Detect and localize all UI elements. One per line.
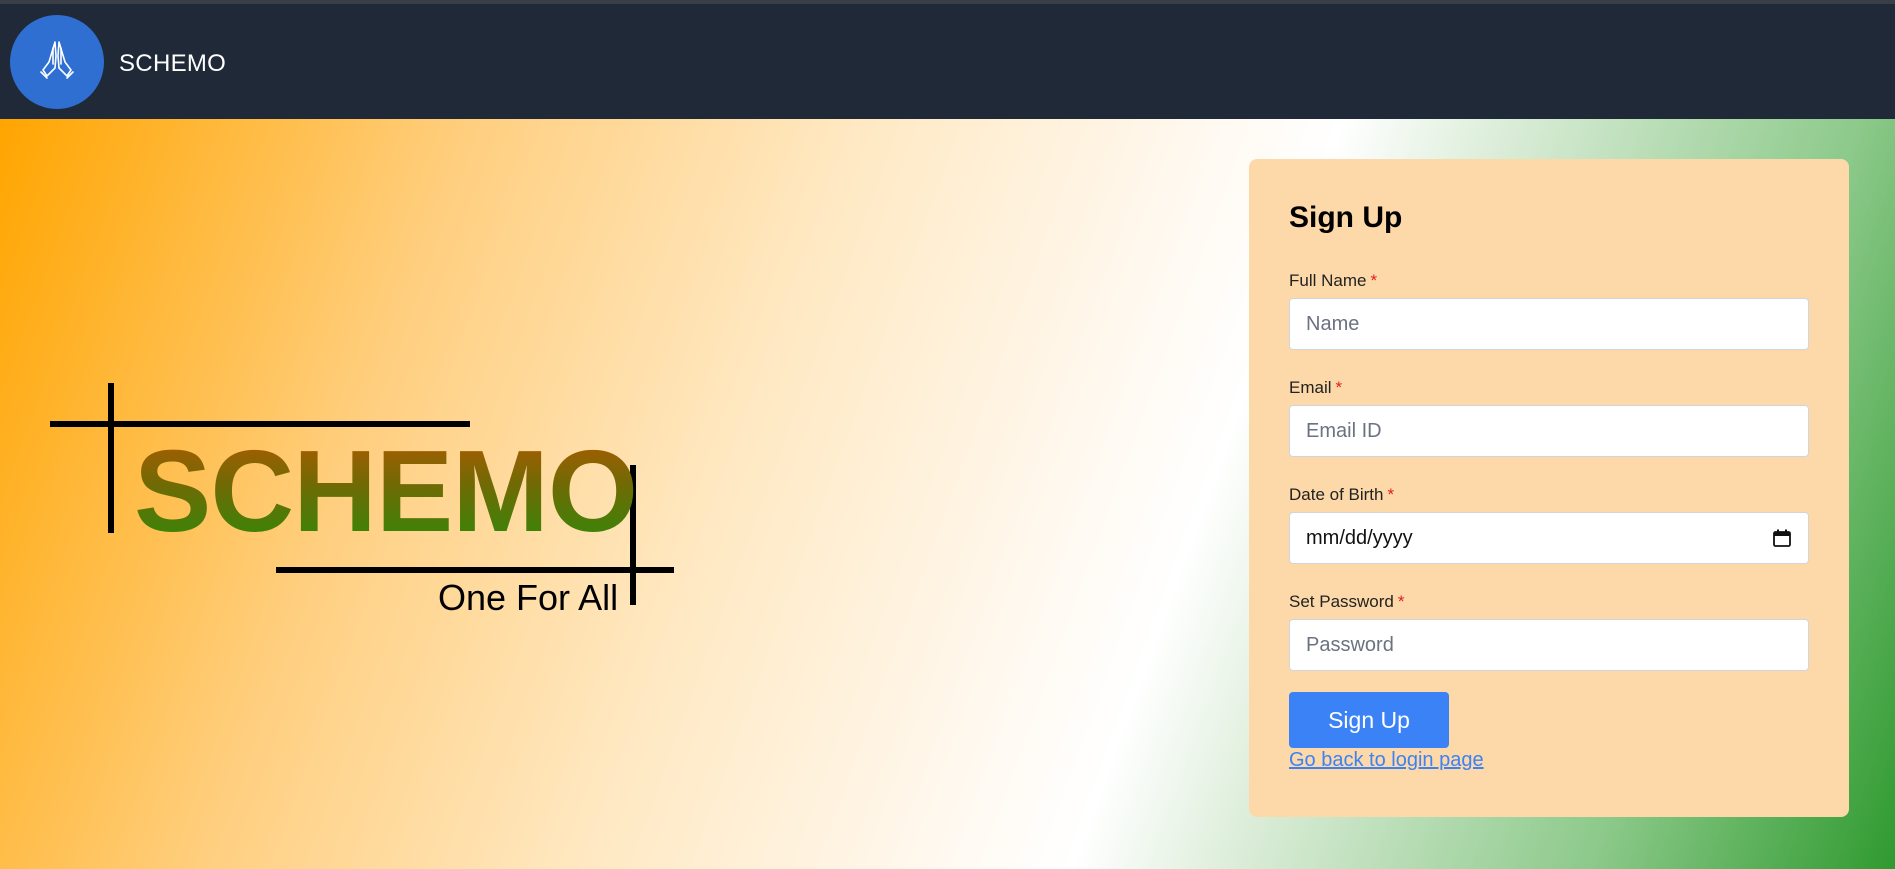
- signup-card: Sign Up Full Name* Email* Date of Birth*…: [1249, 159, 1849, 817]
- emblem-title: SCHEMO: [134, 426, 638, 556]
- full-name-input[interactable]: [1289, 298, 1809, 350]
- dob-input[interactable]: mm/dd/yyyy: [1289, 512, 1809, 564]
- full-name-label-text: Full Name: [1289, 271, 1367, 290]
- emblem-line: [108, 383, 114, 533]
- email-input[interactable]: [1289, 405, 1809, 457]
- password-label: Set Password *: [1289, 592, 1405, 612]
- schemo-emblem: SCHEMO One For All: [48, 383, 688, 623]
- navbar: SCHEMO: [0, 4, 1895, 119]
- dob-label-text: Date of Birth: [1289, 485, 1384, 504]
- email-label: Email *: [1289, 378, 1342, 398]
- brand-name[interactable]: SCHEMO: [119, 50, 226, 78]
- required-mark: *: [1335, 378, 1343, 397]
- back-to-login-link[interactable]: Go back to login page: [1289, 749, 1484, 772]
- required-mark: *: [1387, 485, 1395, 504]
- required-mark: *: [1397, 592, 1405, 611]
- email-label-text: Email: [1289, 378, 1332, 397]
- dob-label: Date of Birth *: [1289, 485, 1394, 505]
- emblem-tagline: One For All: [438, 577, 619, 618]
- required-mark: *: [1370, 271, 1378, 290]
- praying-hands-icon: [33, 36, 81, 89]
- calendar-icon[interactable]: [1772, 528, 1792, 548]
- emblem-line: [276, 567, 674, 573]
- password-input[interactable]: [1289, 619, 1809, 671]
- dob-value: mm/dd/yyyy: [1306, 526, 1413, 549]
- password-label-text: Set Password: [1289, 592, 1394, 611]
- full-name-label: Full Name *: [1289, 271, 1377, 291]
- signup-title: Sign Up: [1289, 201, 1403, 234]
- hero-section: SCHEMO One For All Sign Up Full Name* Em…: [0, 119, 1895, 869]
- logo[interactable]: [10, 15, 104, 109]
- signup-button[interactable]: Sign Up: [1289, 692, 1449, 748]
